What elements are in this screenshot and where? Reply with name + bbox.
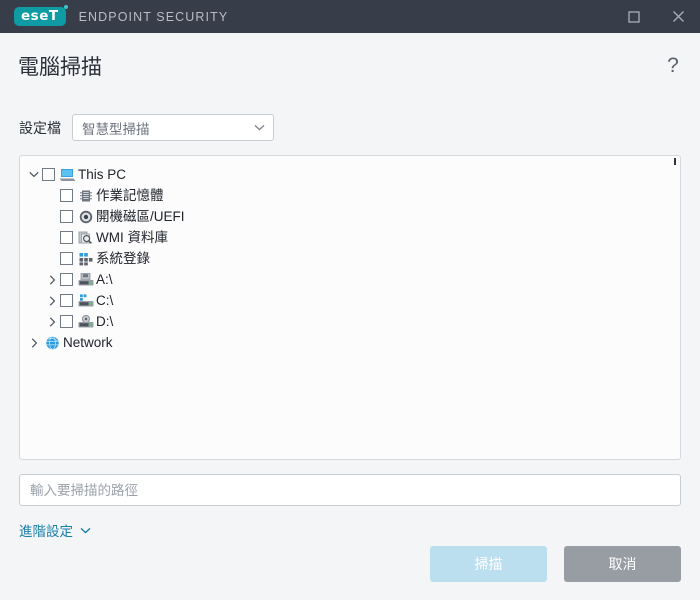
help-icon[interactable]: ? — [664, 55, 682, 76]
tree-row-label: A:\ — [96, 273, 113, 287]
tree-row[interactable]: D:\ — [20, 311, 680, 332]
tree-row-label: D:\ — [96, 315, 113, 329]
tree-row[interactable]: C:\ — [20, 290, 680, 311]
tree-row[interactable]: 作業記憶體 — [20, 185, 680, 206]
tree-row-checkbox[interactable] — [60, 252, 73, 265]
chevron-down-icon[interactable] — [26, 171, 42, 178]
profile-row: 設定檔 智慧型掃描 — [19, 114, 700, 141]
window-controls — [612, 0, 700, 33]
wmi-icon — [77, 230, 94, 246]
profile-selected-value: 智慧型掃描 — [82, 118, 150, 138]
memory-icon — [77, 188, 94, 204]
chevron-down-icon — [254, 124, 265, 131]
cancel-button[interactable]: 取消 — [564, 546, 681, 582]
title-bar: eseT ENDPOINT SECURITY — [0, 0, 700, 33]
optical-drive-icon — [77, 314, 94, 330]
eset-logo-badge: eseT — [14, 7, 66, 26]
tree-row[interactable]: 系統登錄 — [20, 248, 680, 269]
profile-select[interactable]: 智慧型掃描 — [72, 114, 274, 141]
tree-row-label: WMI 資料庫 — [96, 231, 168, 245]
tree-row-label: 開機磁區/UEFI — [96, 210, 185, 224]
footer-actions: 掃描 取消 — [0, 546, 700, 582]
tree-row[interactable]: 開機磁區/UEFI — [20, 206, 680, 227]
tree-scrollbar-thumb[interactable] — [674, 158, 676, 165]
chevron-right-icon[interactable] — [44, 275, 60, 285]
brand-logo: eseT ENDPOINT SECURITY — [0, 7, 228, 26]
tree-row-checkbox[interactable] — [60, 231, 73, 244]
tree-rows-container: This PC 作業記憶體開機磁區/UEFI WMI 資料庫系統登錄 A:\ C:\ D:… — [20, 156, 680, 459]
scan-target-tree[interactable]: This PC 作業記憶體開機磁區/UEFI WMI 資料庫系統登錄 A:\ C:\ D:… — [19, 155, 681, 460]
scan-button[interactable]: 掃描 — [430, 546, 547, 582]
chevron-right-icon[interactable] — [44, 317, 60, 327]
maximize-button[interactable] — [612, 0, 656, 33]
tree-row-label: 作業記憶體 — [96, 189, 164, 203]
hard-drive-icon — [77, 293, 94, 309]
advanced-settings-link[interactable]: 進階設定 — [19, 520, 91, 540]
tree-row-checkbox[interactable] — [60, 210, 73, 223]
boot-sector-icon — [77, 209, 94, 225]
close-button[interactable] — [656, 0, 700, 33]
tree-row-checkbox[interactable] — [60, 315, 73, 328]
registry-icon — [77, 251, 94, 267]
tree-row-checkbox[interactable] — [60, 273, 73, 286]
maximize-icon — [628, 11, 640, 23]
scan-path-input[interactable] — [19, 474, 681, 506]
tree-row[interactable]: A:\ — [20, 269, 680, 290]
chevron-right-icon[interactable] — [26, 338, 42, 348]
tree-row-label: C:\ — [96, 294, 113, 308]
tree-row[interactable]: WMI 資料庫 — [20, 227, 680, 248]
network-globe-icon — [44, 335, 61, 351]
product-name-label: ENDPOINT SECURITY — [79, 10, 229, 24]
tree-row-label: This PC — [78, 168, 126, 182]
tree-row[interactable]: This PC — [20, 164, 680, 185]
advanced-settings-label: 進階設定 — [19, 520, 73, 540]
page-header: 電腦掃描 ? — [0, 33, 700, 95]
tree-row[interactable]: Network — [20, 332, 680, 353]
close-icon — [672, 10, 685, 23]
tree-row-label: Network — [63, 336, 113, 350]
chevron-down-icon — [80, 527, 91, 534]
tree-row-checkbox[interactable] — [60, 294, 73, 307]
monitor-icon — [59, 167, 76, 183]
eset-logo-text: eseT — [21, 10, 59, 24]
tree-row-label: 系統登錄 — [96, 252, 150, 266]
tree-row-checkbox[interactable] — [60, 189, 73, 202]
tree-row-checkbox[interactable] — [42, 168, 55, 181]
profile-label: 設定檔 — [19, 118, 61, 138]
page-title: 電腦掃描 — [18, 57, 102, 78]
eset-logo-dot — [64, 5, 68, 9]
chevron-right-icon[interactable] — [44, 296, 60, 306]
floppy-drive-icon — [77, 272, 94, 288]
